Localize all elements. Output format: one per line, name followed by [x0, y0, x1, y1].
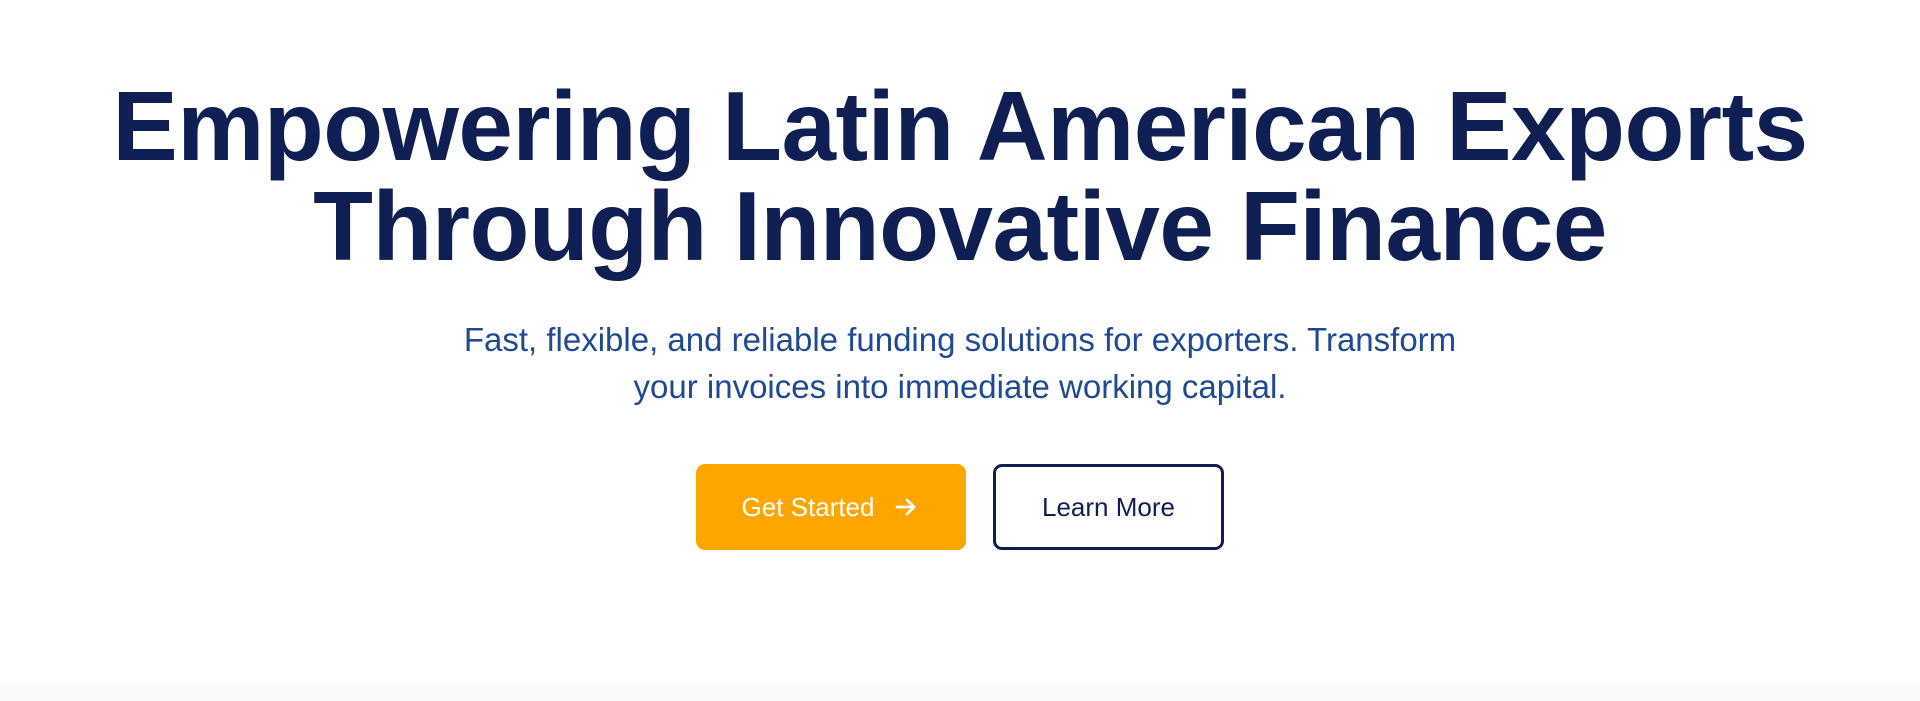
hero-subtitle-line-1: Fast, flexible, and reliable funding sol…	[463, 321, 1457, 358]
hero-section: Empowering Latin American Exports Throug…	[0, 0, 1920, 682]
hero-headline-line-1: Empowering Latin American Exports	[112, 71, 1808, 181]
arrow-right-icon	[892, 493, 920, 521]
get-started-label: Get Started	[741, 491, 875, 522]
hero-headline-line-2: Through Innovative Finance	[313, 171, 1607, 281]
get-started-button[interactable]: Get Started	[696, 464, 966, 550]
hero-subtitle-line-2: your invoices into immediate working cap…	[633, 368, 1287, 405]
hero-subtitle: Fast, flexible, and reliable funding sol…	[410, 316, 1510, 410]
learn-more-button[interactable]: Learn More	[993, 464, 1224, 550]
learn-more-label: Learn More	[1042, 491, 1175, 522]
next-section-band	[0, 682, 1920, 701]
hero-headline: Empowering Latin American Exports Throug…	[0, 76, 1920, 276]
